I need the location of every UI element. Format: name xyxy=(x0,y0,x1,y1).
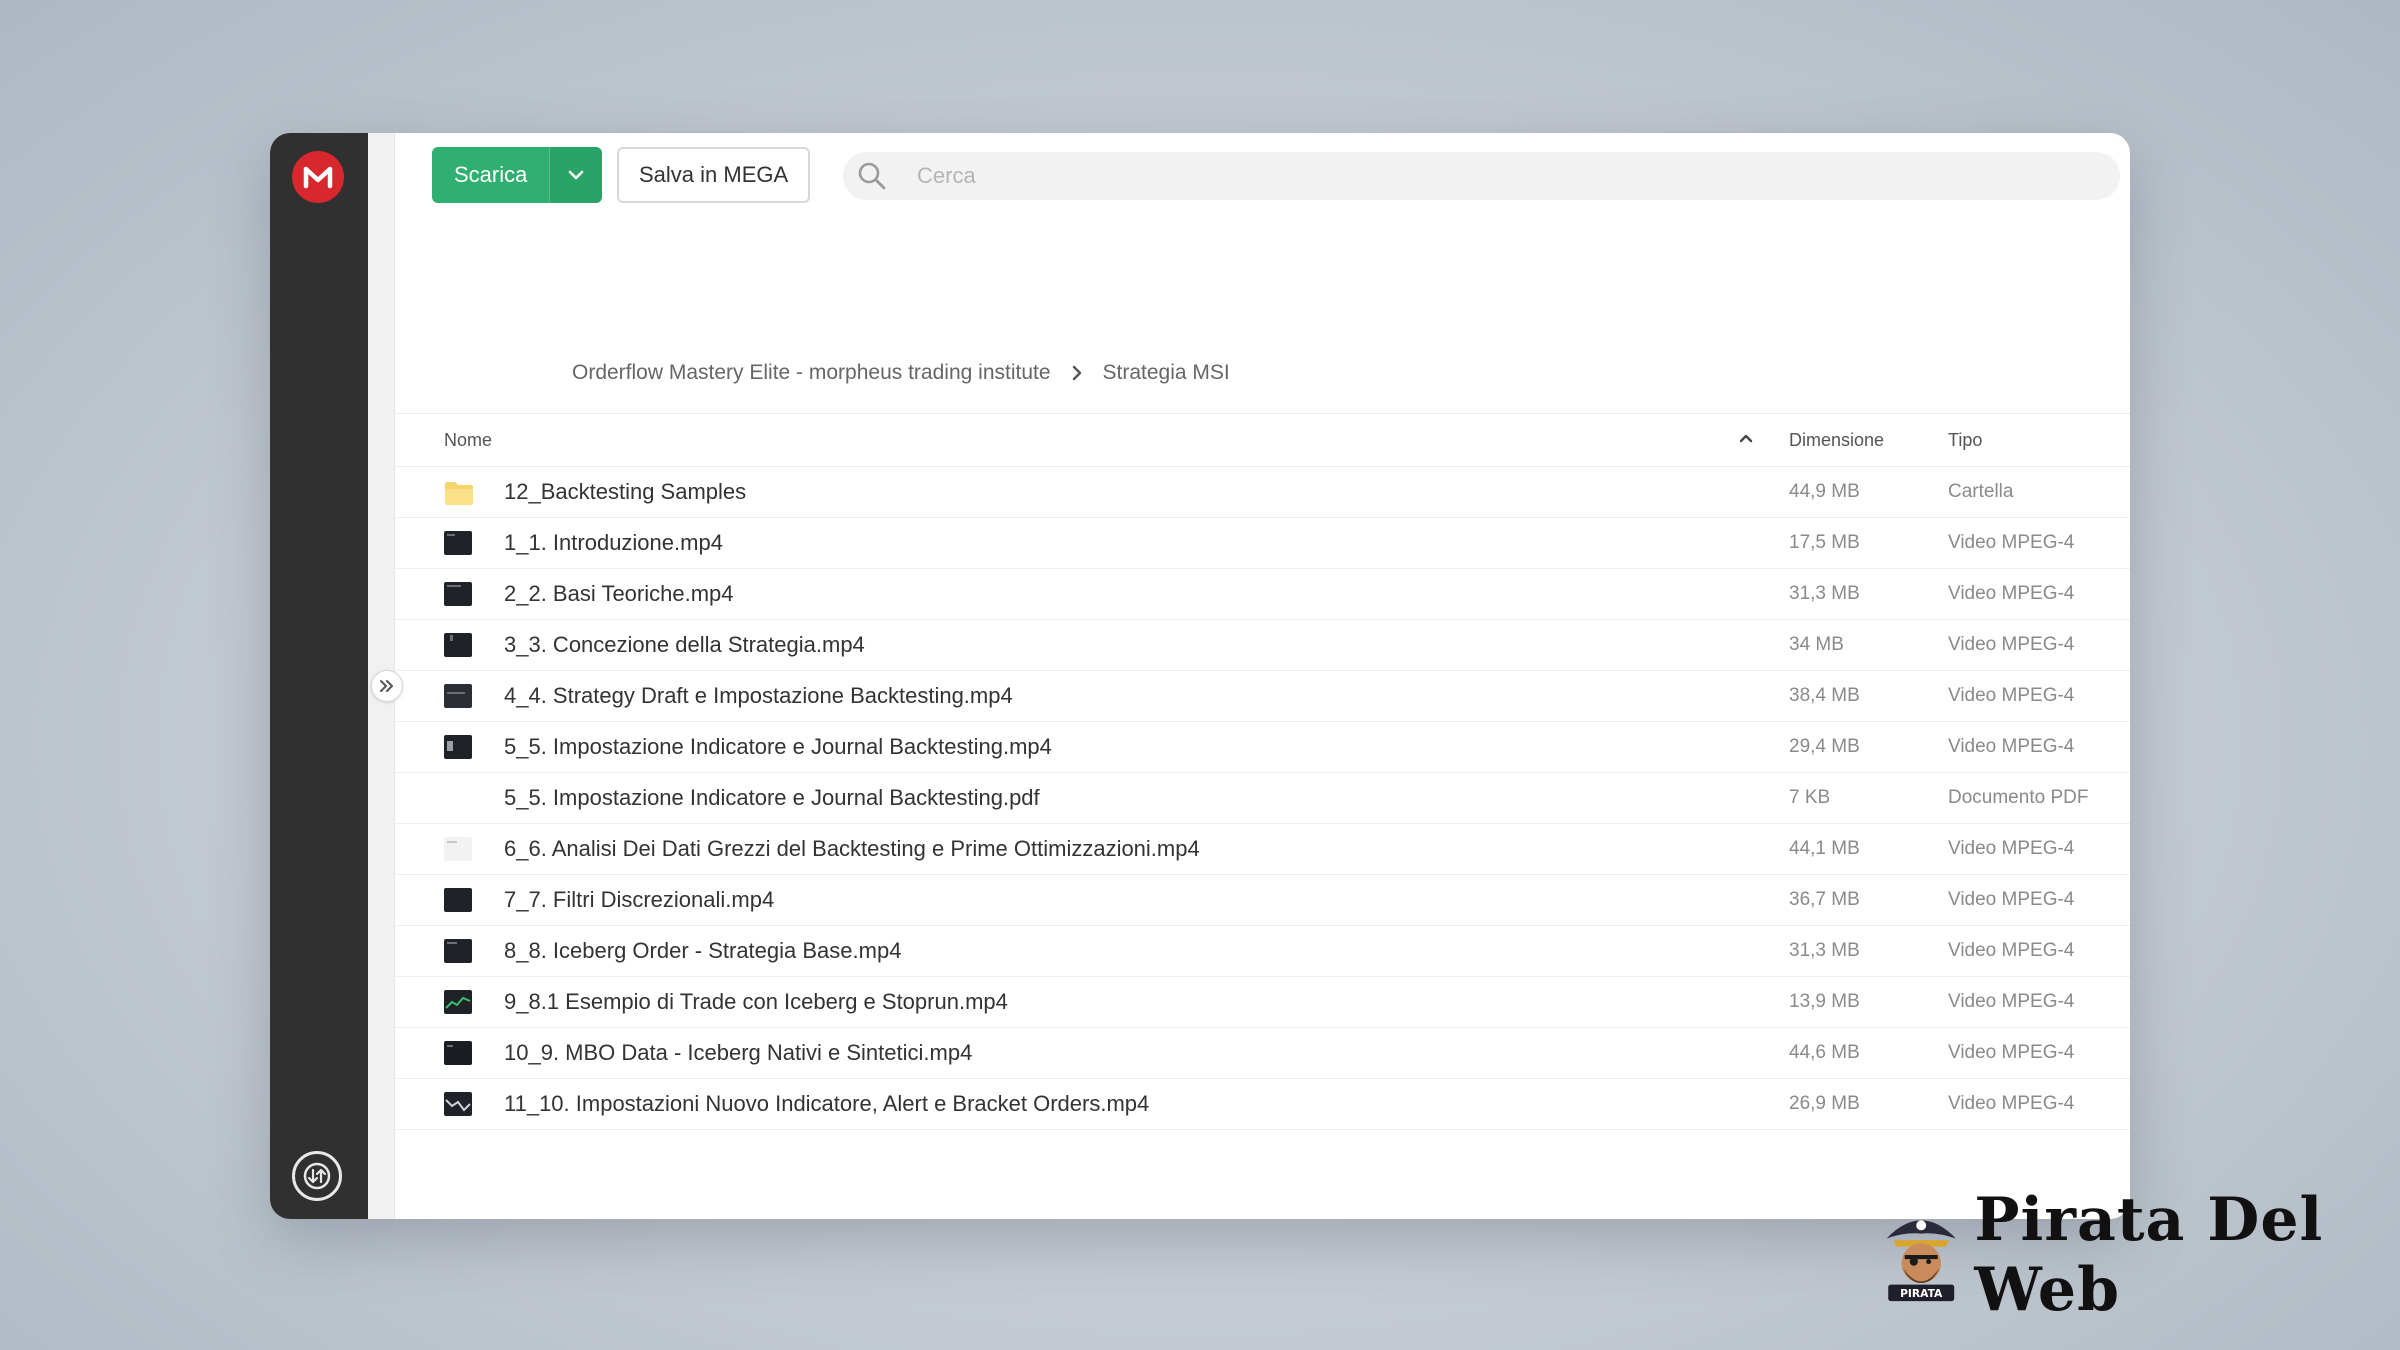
brand-name: Pirata Del Web xyxy=(1974,1185,2324,1325)
transfer-manager-icon[interactable] xyxy=(292,1151,342,1201)
file-name: 6_6. Analisi Dei Dati Grezzi del Backtes… xyxy=(504,836,1200,861)
table-header: Nome Dimensione Tipo xyxy=(395,413,2130,467)
sort-ascending-icon[interactable] xyxy=(1738,431,1754,445)
file-name: 8_8. Iceberg Order - Strategia Base.mp4 xyxy=(504,938,902,963)
table-row[interactable]: 11_10. Impostazioni Nuovo Indicatore, Al… xyxy=(395,1079,2130,1130)
table-row[interactable]: 12_Backtesting Samples 44,9 MB Cartella xyxy=(395,467,2130,518)
table-row[interactable]: 5_5. Impostazione Indicatore e Journal B… xyxy=(395,773,2130,824)
file-type: Video MPEG-4 xyxy=(1948,685,2075,706)
sidebar xyxy=(270,133,368,1219)
table-row[interactable]: 5_5. Impostazione Indicatore e Journal B… xyxy=(395,722,2130,773)
video-thumbnail-icon xyxy=(444,735,474,761)
file-size: 44,1 MB xyxy=(1789,838,1860,859)
file-size: 7 KB xyxy=(1789,787,1831,808)
table-row[interactable]: 6_6. Analisi Dei Dati Grezzi del Backtes… xyxy=(395,824,2130,875)
video-thumbnail-icon xyxy=(444,1041,474,1067)
table-row[interactable]: 2_2. Basi Teoriche.mp4 31,3 MB Video MPE… xyxy=(395,569,2130,620)
search-icon xyxy=(858,162,886,190)
file-type: Video MPEG-4 xyxy=(1948,736,2075,757)
column-header-name[interactable]: Nome xyxy=(444,430,492,451)
video-thumbnail-icon xyxy=(444,888,474,914)
video-thumbnail-icon xyxy=(444,684,474,710)
file-name: 11_10. Impostazioni Nuovo Indicatore, Al… xyxy=(504,1091,1150,1116)
column-header-size[interactable]: Dimensione xyxy=(1789,430,1884,451)
table-row[interactable]: 1_1. Introduzione.mp4 17,5 MB Video MPEG… xyxy=(395,518,2130,569)
video-thumbnail-icon xyxy=(444,939,474,965)
file-name: 2_2. Basi Teoriche.mp4 xyxy=(504,581,734,606)
table-row[interactable]: 10_9. MBO Data - Iceberg Nativi e Sintet… xyxy=(395,1028,2130,1079)
file-size: 29,4 MB xyxy=(1789,736,1860,757)
table-row[interactable]: 8_8. Iceberg Order - Strategia Base.mp4 … xyxy=(395,926,2130,977)
file-type: Video MPEG-4 xyxy=(1948,1042,2075,1063)
file-size: 36,7 MB xyxy=(1789,889,1860,910)
file-type: Documento PDF xyxy=(1948,787,2089,808)
file-size: 31,3 MB xyxy=(1789,940,1860,961)
video-thumbnail-icon xyxy=(444,531,474,557)
mega-window: Scarica Salva in MEGA Orderflow Mastery … xyxy=(270,133,2130,1219)
main-panel: Scarica Salva in MEGA Orderflow Mastery … xyxy=(395,133,2130,1219)
file-type: Cartella xyxy=(1948,481,2014,502)
video-thumbnail-icon xyxy=(444,1092,474,1118)
table-row[interactable]: 9_8.1 Esempio di Trade con Iceberg e Sto… xyxy=(395,977,2130,1028)
chevron-down-icon xyxy=(569,170,584,180)
file-type: Video MPEG-4 xyxy=(1948,991,2075,1012)
file-name: 7_7. Filtri Discrezionali.mp4 xyxy=(504,887,775,912)
file-size: 31,3 MB xyxy=(1789,583,1860,604)
pirate-mascot-icon: PIRATA xyxy=(1886,1220,1956,1302)
file-size: 26,9 MB xyxy=(1789,1093,1860,1114)
file-name: 4_4. Strategy Draft e Impostazione Backt… xyxy=(504,683,1013,708)
file-type: Video MPEG-4 xyxy=(1948,940,2075,961)
file-size: 44,6 MB xyxy=(1789,1042,1860,1063)
file-type: Video MPEG-4 xyxy=(1948,889,2075,910)
table-row[interactable]: 4_4. Strategy Draft e Impostazione Backt… xyxy=(395,671,2130,722)
double-chevron-right-icon xyxy=(380,680,393,692)
file-name: 1_1. Introduzione.mp4 xyxy=(504,530,723,555)
brand-badge-text: PIRATA xyxy=(1900,1287,1943,1300)
chevron-right-icon xyxy=(1071,365,1083,381)
pdf-icon xyxy=(444,786,474,812)
brand-logo: PIRATA Pirata Del Web xyxy=(1880,1185,2400,1325)
search-input[interactable] xyxy=(915,162,1941,190)
table-row[interactable]: 3_3. Concezione della Strategia.mp4 34 M… xyxy=(395,620,2130,671)
mega-logo-icon[interactable] xyxy=(292,151,344,203)
search-bar xyxy=(843,152,2120,200)
video-thumbnail-icon xyxy=(444,837,474,863)
file-type: Video MPEG-4 xyxy=(1948,634,2075,655)
file-name: 9_8.1 Esempio di Trade con Iceberg e Sto… xyxy=(504,989,1008,1014)
save-to-mega-button[interactable]: Salva in MEGA xyxy=(617,147,811,203)
file-size: 38,4 MB xyxy=(1789,685,1860,706)
video-thumbnail-icon xyxy=(444,582,474,608)
download-button[interactable]: Scarica xyxy=(432,147,550,203)
column-header-type[interactable]: Tipo xyxy=(1948,430,1982,451)
video-thumbnail-icon xyxy=(444,990,474,1016)
file-size: 44,9 MB xyxy=(1789,481,1860,502)
file-type: Video MPEG-4 xyxy=(1948,1093,2075,1114)
folder-icon xyxy=(444,480,474,506)
breadcrumb-item-root[interactable]: Orderflow Mastery Elite - morpheus tradi… xyxy=(572,361,1051,385)
file-type: Video MPEG-4 xyxy=(1948,532,2075,553)
download-options-button[interactable] xyxy=(549,147,603,203)
breadcrumb-item-current[interactable]: Strategia MSI xyxy=(1103,361,1230,385)
file-type: Video MPEG-4 xyxy=(1948,838,2075,859)
file-size: 17,5 MB xyxy=(1789,532,1860,553)
file-size: 13,9 MB xyxy=(1789,991,1860,1012)
file-type: Video MPEG-4 xyxy=(1948,583,2075,604)
file-size: 34 MB xyxy=(1789,634,1844,655)
file-name: 10_9. MBO Data - Iceberg Nativi e Sintet… xyxy=(504,1040,973,1065)
file-name: 5_5. Impostazione Indicatore e Journal B… xyxy=(504,785,1040,810)
file-name: 5_5. Impostazione Indicatore e Journal B… xyxy=(504,734,1052,759)
file-name: 12_Backtesting Samples xyxy=(504,479,747,504)
file-list: Nome Dimensione Tipo 12_Backtesting Samp… xyxy=(395,413,2130,1130)
download-button-group: Scarica xyxy=(432,147,603,203)
breadcrumb: Orderflow Mastery Elite - morpheus tradi… xyxy=(572,361,1230,385)
video-thumbnail-icon xyxy=(444,633,474,659)
table-row[interactable]: 7_7. Filtri Discrezionali.mp4 36,7 MB Vi… xyxy=(395,875,2130,926)
file-name: 3_3. Concezione della Strategia.mp4 xyxy=(504,632,865,657)
